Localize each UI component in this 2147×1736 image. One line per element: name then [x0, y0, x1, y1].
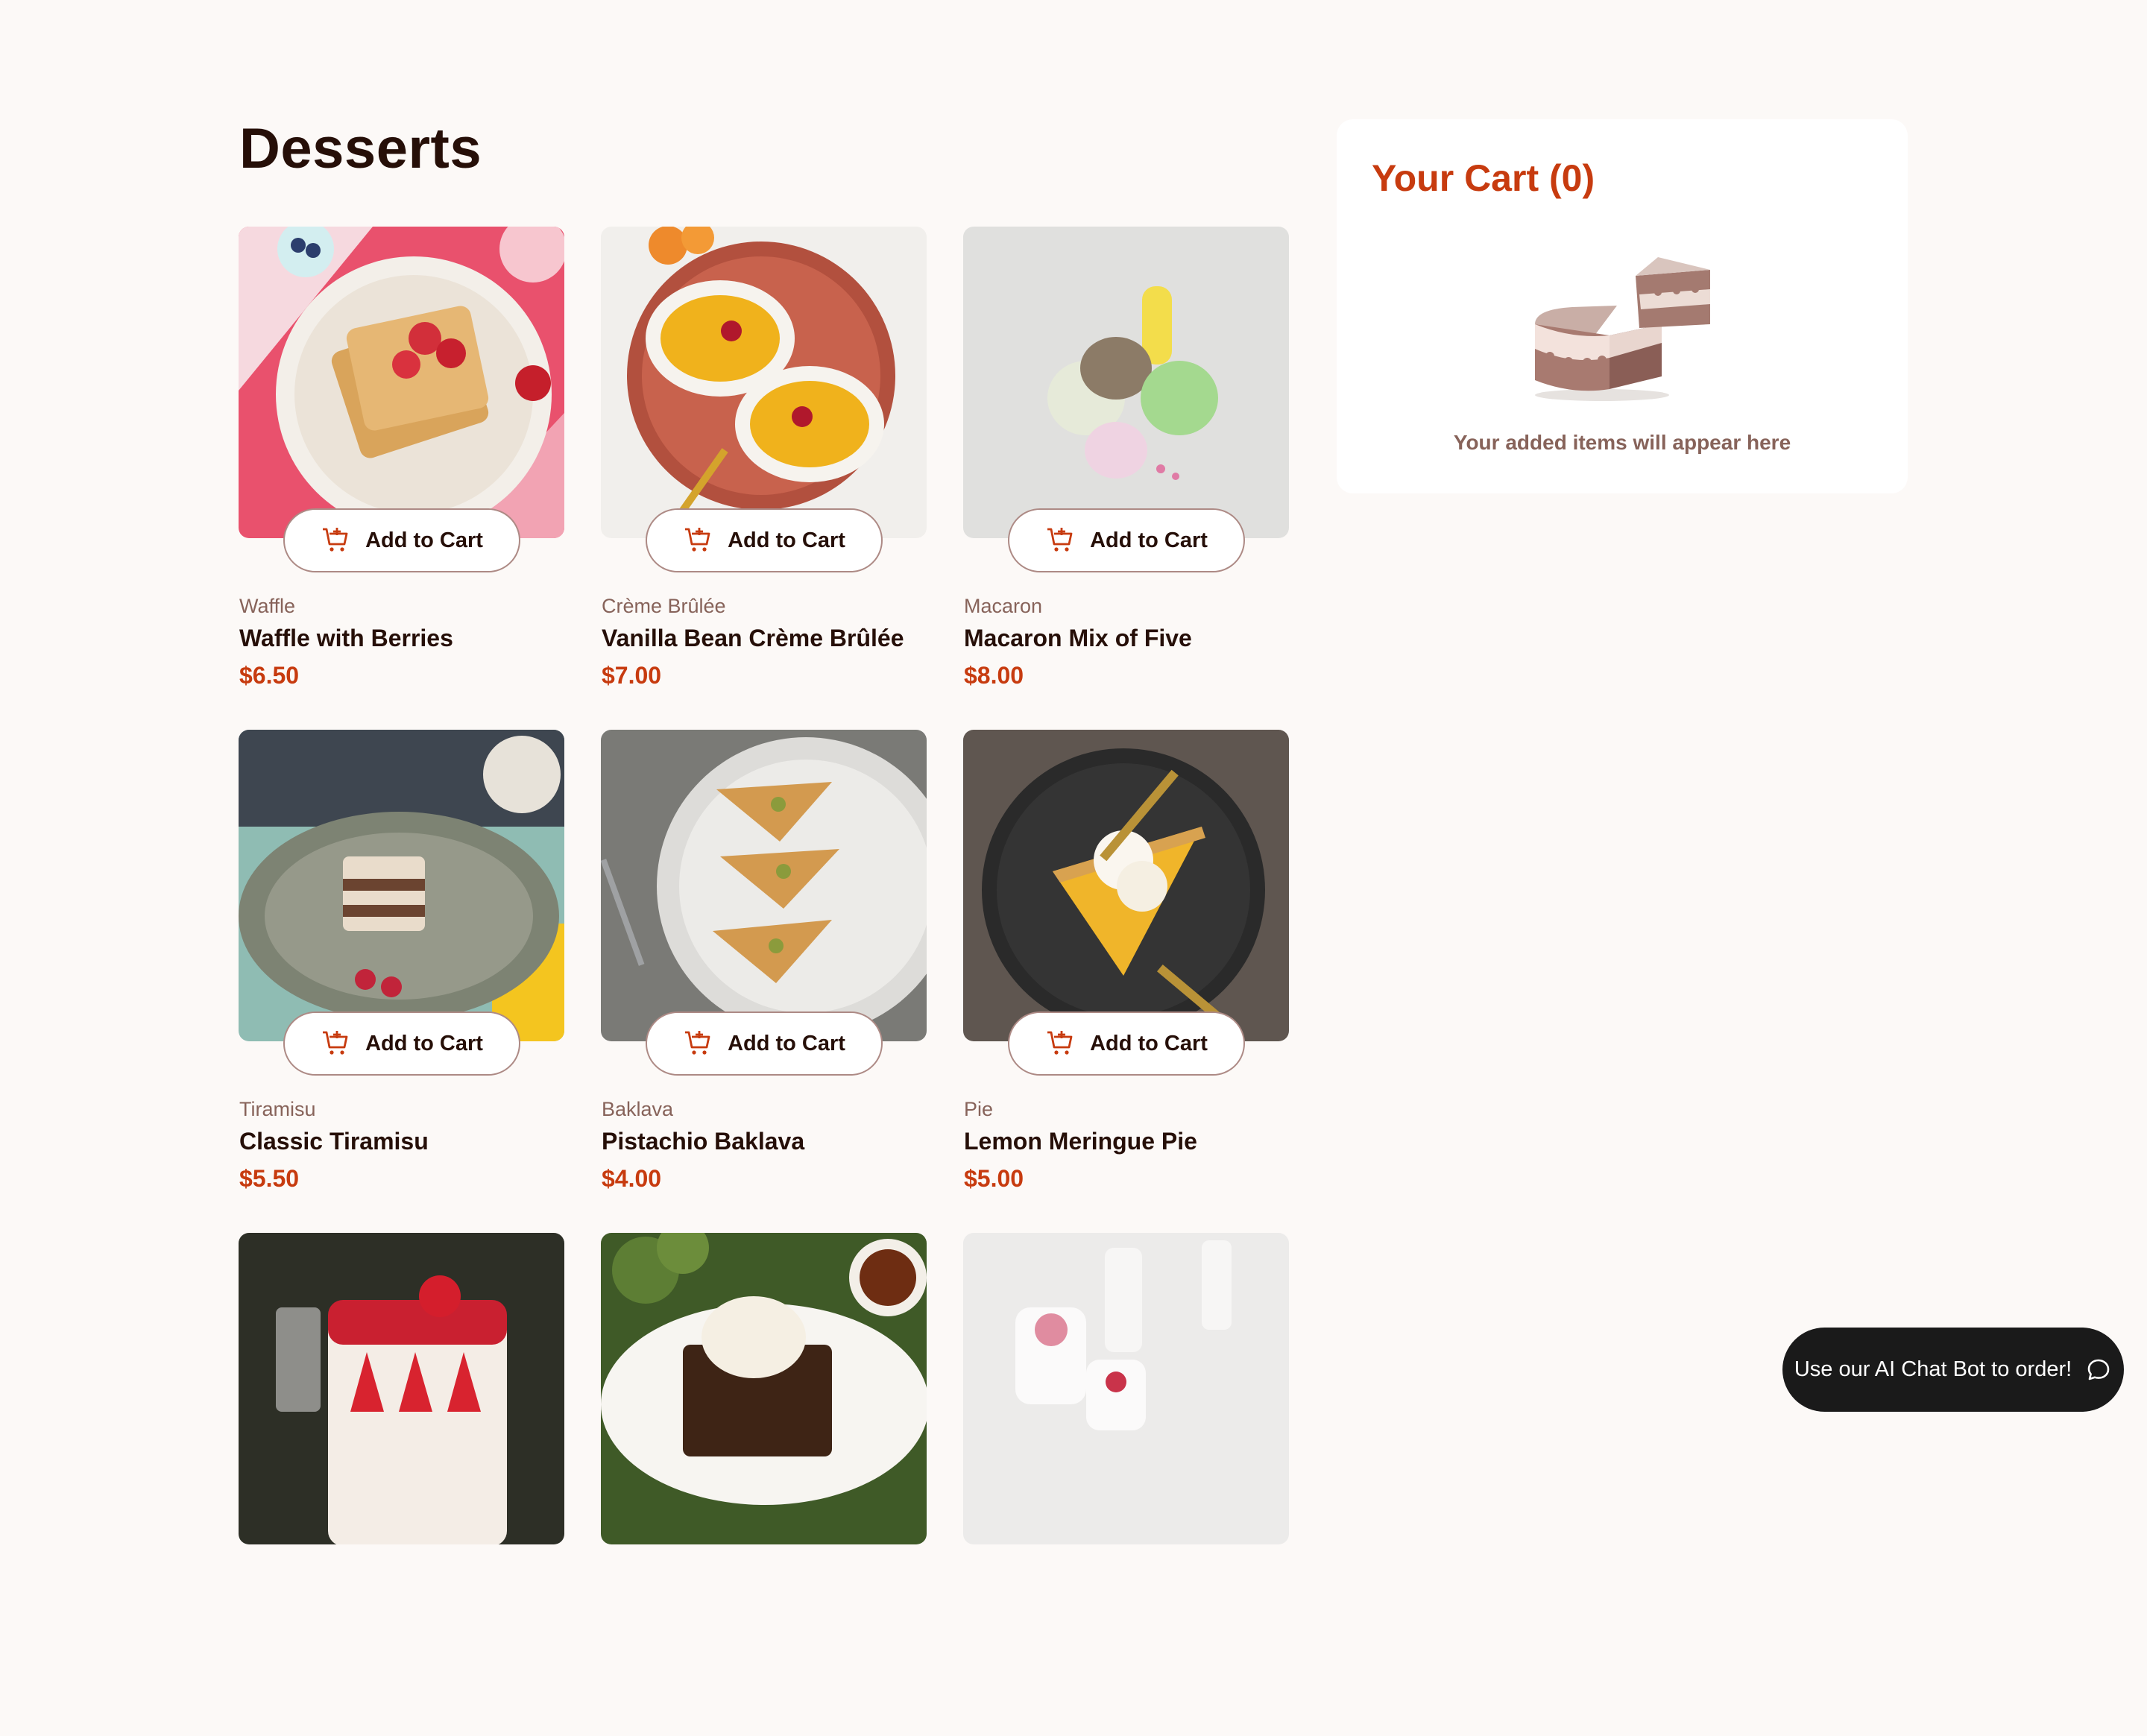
product-name: Pistachio Baklava — [602, 1128, 805, 1155]
cart-title: Your Cart (0) — [1372, 157, 1595, 199]
cart-add-icon — [685, 1031, 710, 1055]
cart-add-icon — [323, 1031, 348, 1055]
product-card-waffle: Add to Cart Waffle Waffle with Berries $… — [239, 227, 564, 730]
product-price: $6.50 — [239, 662, 300, 689]
product-category: Waffle — [239, 595, 296, 617]
product-card-tiramisu: Add to Cart Tiramisu Classic Tiramisu $5… — [239, 730, 564, 1233]
product-image-creme-brulee — [601, 227, 927, 538]
chat-bot-button[interactable]: Use our AI Chat Bot to order! — [1782, 1328, 2124, 1412]
product-price: $4.00 — [602, 1165, 662, 1192]
product-name: Macaron Mix of Five — [964, 625, 1192, 651]
add-to-cart-label: Add to Cart — [728, 528, 845, 552]
cart-add-icon — [323, 528, 348, 552]
add-to-cart-button[interactable]: Add to Cart — [283, 1011, 520, 1076]
product-name: Lemon Meringue Pie — [964, 1128, 1197, 1155]
product-card-baklava: Add to Cart Baklava Pistachio Baklava $4… — [601, 730, 927, 1233]
add-to-cart-label: Add to Cart — [365, 528, 483, 552]
product-category: Crème Brûlée — [602, 595, 726, 617]
product-card-cake — [239, 1233, 564, 1736]
product-price: $7.00 — [602, 662, 662, 689]
product-image-baklava — [601, 730, 927, 1041]
add-to-cart-label: Add to Cart — [1090, 1031, 1208, 1055]
product-name: Vanilla Bean Crème Brûlée — [602, 625, 904, 651]
product-name: Classic Tiramisu — [239, 1128, 429, 1155]
product-name: Waffle with Berries — [239, 625, 453, 651]
cart-panel: Your Cart (0) Your added items will appe… — [1337, 119, 1908, 493]
product-price: $5.00 — [964, 1165, 1024, 1192]
product-card-pie: Add to Cart Pie Lemon Meringue Pie $5.00 — [963, 730, 1289, 1233]
product-image-tiramisu — [239, 730, 564, 1041]
add-to-cart-button[interactable]: Add to Cart — [646, 508, 883, 572]
cart-add-icon — [1047, 528, 1073, 552]
page-title: Desserts — [239, 117, 482, 180]
cart-add-icon — [1047, 1031, 1073, 1055]
add-to-cart-button[interactable]: Add to Cart — [283, 508, 520, 572]
add-to-cart-label: Add to Cart — [1090, 528, 1208, 552]
product-card-macaron: Add to Cart Macaron Macaron Mix of Five … — [963, 227, 1289, 730]
product-image-waffle — [239, 227, 564, 538]
product-price: $5.50 — [239, 1165, 300, 1192]
product-image-panna-cotta — [963, 1233, 1289, 1544]
product-image-brownie — [601, 1233, 927, 1544]
add-to-cart-label: Add to Cart — [365, 1031, 483, 1055]
product-category: Macaron — [964, 595, 1043, 617]
add-to-cart-button[interactable]: Add to Cart — [646, 1011, 883, 1076]
cart-add-icon — [685, 528, 710, 552]
chat-bubble-icon — [2087, 1359, 2110, 1380]
add-to-cart-button[interactable]: Add to Cart — [1008, 508, 1245, 572]
product-category: Baklava — [602, 1098, 674, 1120]
product-card-brownie — [601, 1233, 927, 1736]
add-to-cart-button[interactable]: Add to Cart — [1008, 1011, 1245, 1076]
product-card-creme-brulee: Add to Cart Crème Brûlée Vanilla Bean Cr… — [601, 227, 927, 730]
product-price: $8.00 — [964, 662, 1024, 689]
add-to-cart-label: Add to Cart — [728, 1031, 845, 1055]
chat-bot-label: Use our AI Chat Bot to order! — [1794, 1357, 2072, 1381]
product-category: Tiramisu — [239, 1098, 316, 1120]
cart-empty-message: Your added items will appear here — [1453, 431, 1791, 454]
product-category: Pie — [964, 1098, 994, 1120]
product-image-pie — [963, 730, 1289, 1041]
product-image-macaron — [963, 227, 1289, 538]
product-grid: Add to Cart Waffle Waffle with Berries $… — [239, 227, 1289, 1736]
empty-cake-illustration — [1535, 257, 1710, 401]
product-image-cake — [239, 1233, 564, 1544]
product-card-panna-cotta — [963, 1233, 1289, 1736]
